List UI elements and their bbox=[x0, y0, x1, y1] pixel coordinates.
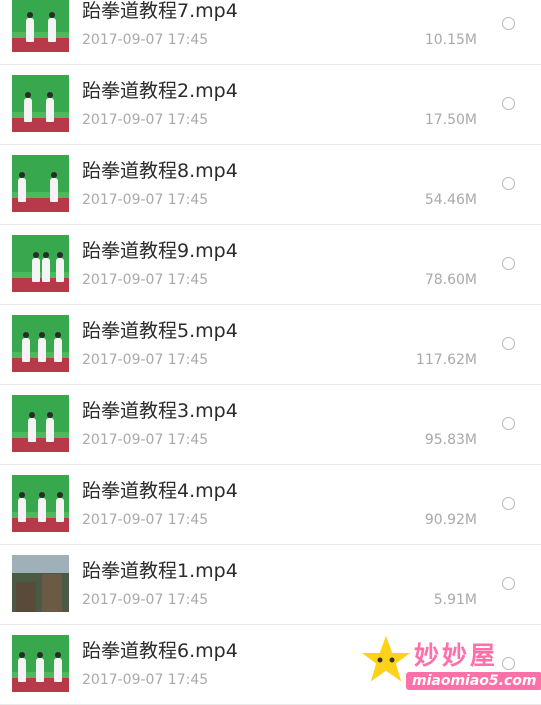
file-size: 10.15M bbox=[424, 32, 477, 48]
select-radio[interactable] bbox=[502, 97, 515, 110]
file-row[interactable]: 跆拳道教程7.mp4 2017-09-07 17:45 10.15M bbox=[0, 0, 541, 65]
file-row[interactable]: 跆拳道教程9.mp4 2017-09-07 17:45 78.60M bbox=[0, 225, 541, 305]
file-row[interactable]: 跆拳道教程4.mp4 2017-09-07 17:45 90.92M bbox=[0, 465, 541, 545]
select-radio[interactable] bbox=[502, 417, 515, 430]
file-name: 跆拳道教程3.mp4 bbox=[82, 400, 238, 422]
file-row[interactable]: 跆拳道教程1.mp4 2017-09-07 17:45 5.91M bbox=[0, 545, 541, 625]
watermark: 妙妙屋 miaomiao5.com bbox=[356, 622, 541, 700]
file-name: 跆拳道教程6.mp4 bbox=[82, 640, 238, 662]
file-size: 117.62M bbox=[415, 352, 477, 368]
file-size: 54.46M bbox=[424, 192, 477, 208]
video-thumbnail bbox=[12, 475, 69, 532]
watermark-text: 妙妙屋 bbox=[414, 641, 499, 670]
file-name: 跆拳道教程5.mp4 bbox=[82, 320, 238, 342]
file-name: 跆拳道教程2.mp4 bbox=[82, 80, 238, 102]
select-radio[interactable] bbox=[502, 577, 515, 590]
file-date: 2017-09-07 17:45 bbox=[82, 592, 209, 608]
video-thumbnail bbox=[12, 395, 69, 452]
file-row[interactable]: 跆拳道教程5.mp4 2017-09-07 17:45 117.62M bbox=[0, 305, 541, 385]
file-name: 跆拳道教程7.mp4 bbox=[82, 0, 238, 22]
video-thumbnail bbox=[12, 0, 69, 52]
video-thumbnail bbox=[12, 555, 69, 612]
video-thumbnail bbox=[12, 315, 69, 372]
file-size: 17.50M bbox=[424, 112, 477, 128]
file-date: 2017-09-07 17:45 bbox=[82, 512, 209, 528]
file-name: 跆拳道教程1.mp4 bbox=[82, 560, 238, 582]
video-thumbnail bbox=[12, 75, 69, 132]
file-name: 跆拳道教程4.mp4 bbox=[82, 480, 238, 502]
select-radio[interactable] bbox=[502, 337, 515, 350]
video-thumbnail bbox=[12, 635, 69, 692]
file-date: 2017-09-07 17:45 bbox=[82, 672, 209, 688]
file-date: 2017-09-07 17:45 bbox=[82, 32, 209, 48]
video-thumbnail bbox=[12, 155, 69, 212]
select-radio[interactable] bbox=[502, 257, 515, 270]
file-row[interactable]: 跆拳道教程8.mp4 2017-09-07 17:45 54.46M bbox=[0, 145, 541, 225]
file-list: 跆拳道教程7.mp4 2017-09-07 17:45 10.15M 跆拳道教程… bbox=[0, 0, 541, 705]
file-date: 2017-09-07 17:45 bbox=[82, 352, 209, 368]
select-radio[interactable] bbox=[502, 177, 515, 190]
file-date: 2017-09-07 17:45 bbox=[82, 112, 209, 128]
watermark-url: miaomiao5.com bbox=[406, 672, 541, 690]
file-size: 5.91M bbox=[433, 592, 477, 608]
video-thumbnail bbox=[12, 235, 69, 292]
file-size: 90.92M bbox=[424, 512, 477, 528]
file-name: 跆拳道教程9.mp4 bbox=[82, 240, 238, 262]
file-date: 2017-09-07 17:45 bbox=[82, 192, 209, 208]
select-radio[interactable] bbox=[502, 17, 515, 30]
file-name: 跆拳道教程8.mp4 bbox=[82, 160, 238, 182]
file-date: 2017-09-07 17:45 bbox=[82, 272, 209, 288]
file-size: 95.83M bbox=[424, 432, 477, 448]
select-radio[interactable] bbox=[502, 497, 515, 510]
file-row[interactable]: 跆拳道教程3.mp4 2017-09-07 17:45 95.83M bbox=[0, 385, 541, 465]
file-size: 78.60M bbox=[424, 272, 477, 288]
file-row[interactable]: 跆拳道教程2.mp4 2017-09-07 17:45 17.50M bbox=[0, 65, 541, 145]
file-date: 2017-09-07 17:45 bbox=[82, 432, 209, 448]
